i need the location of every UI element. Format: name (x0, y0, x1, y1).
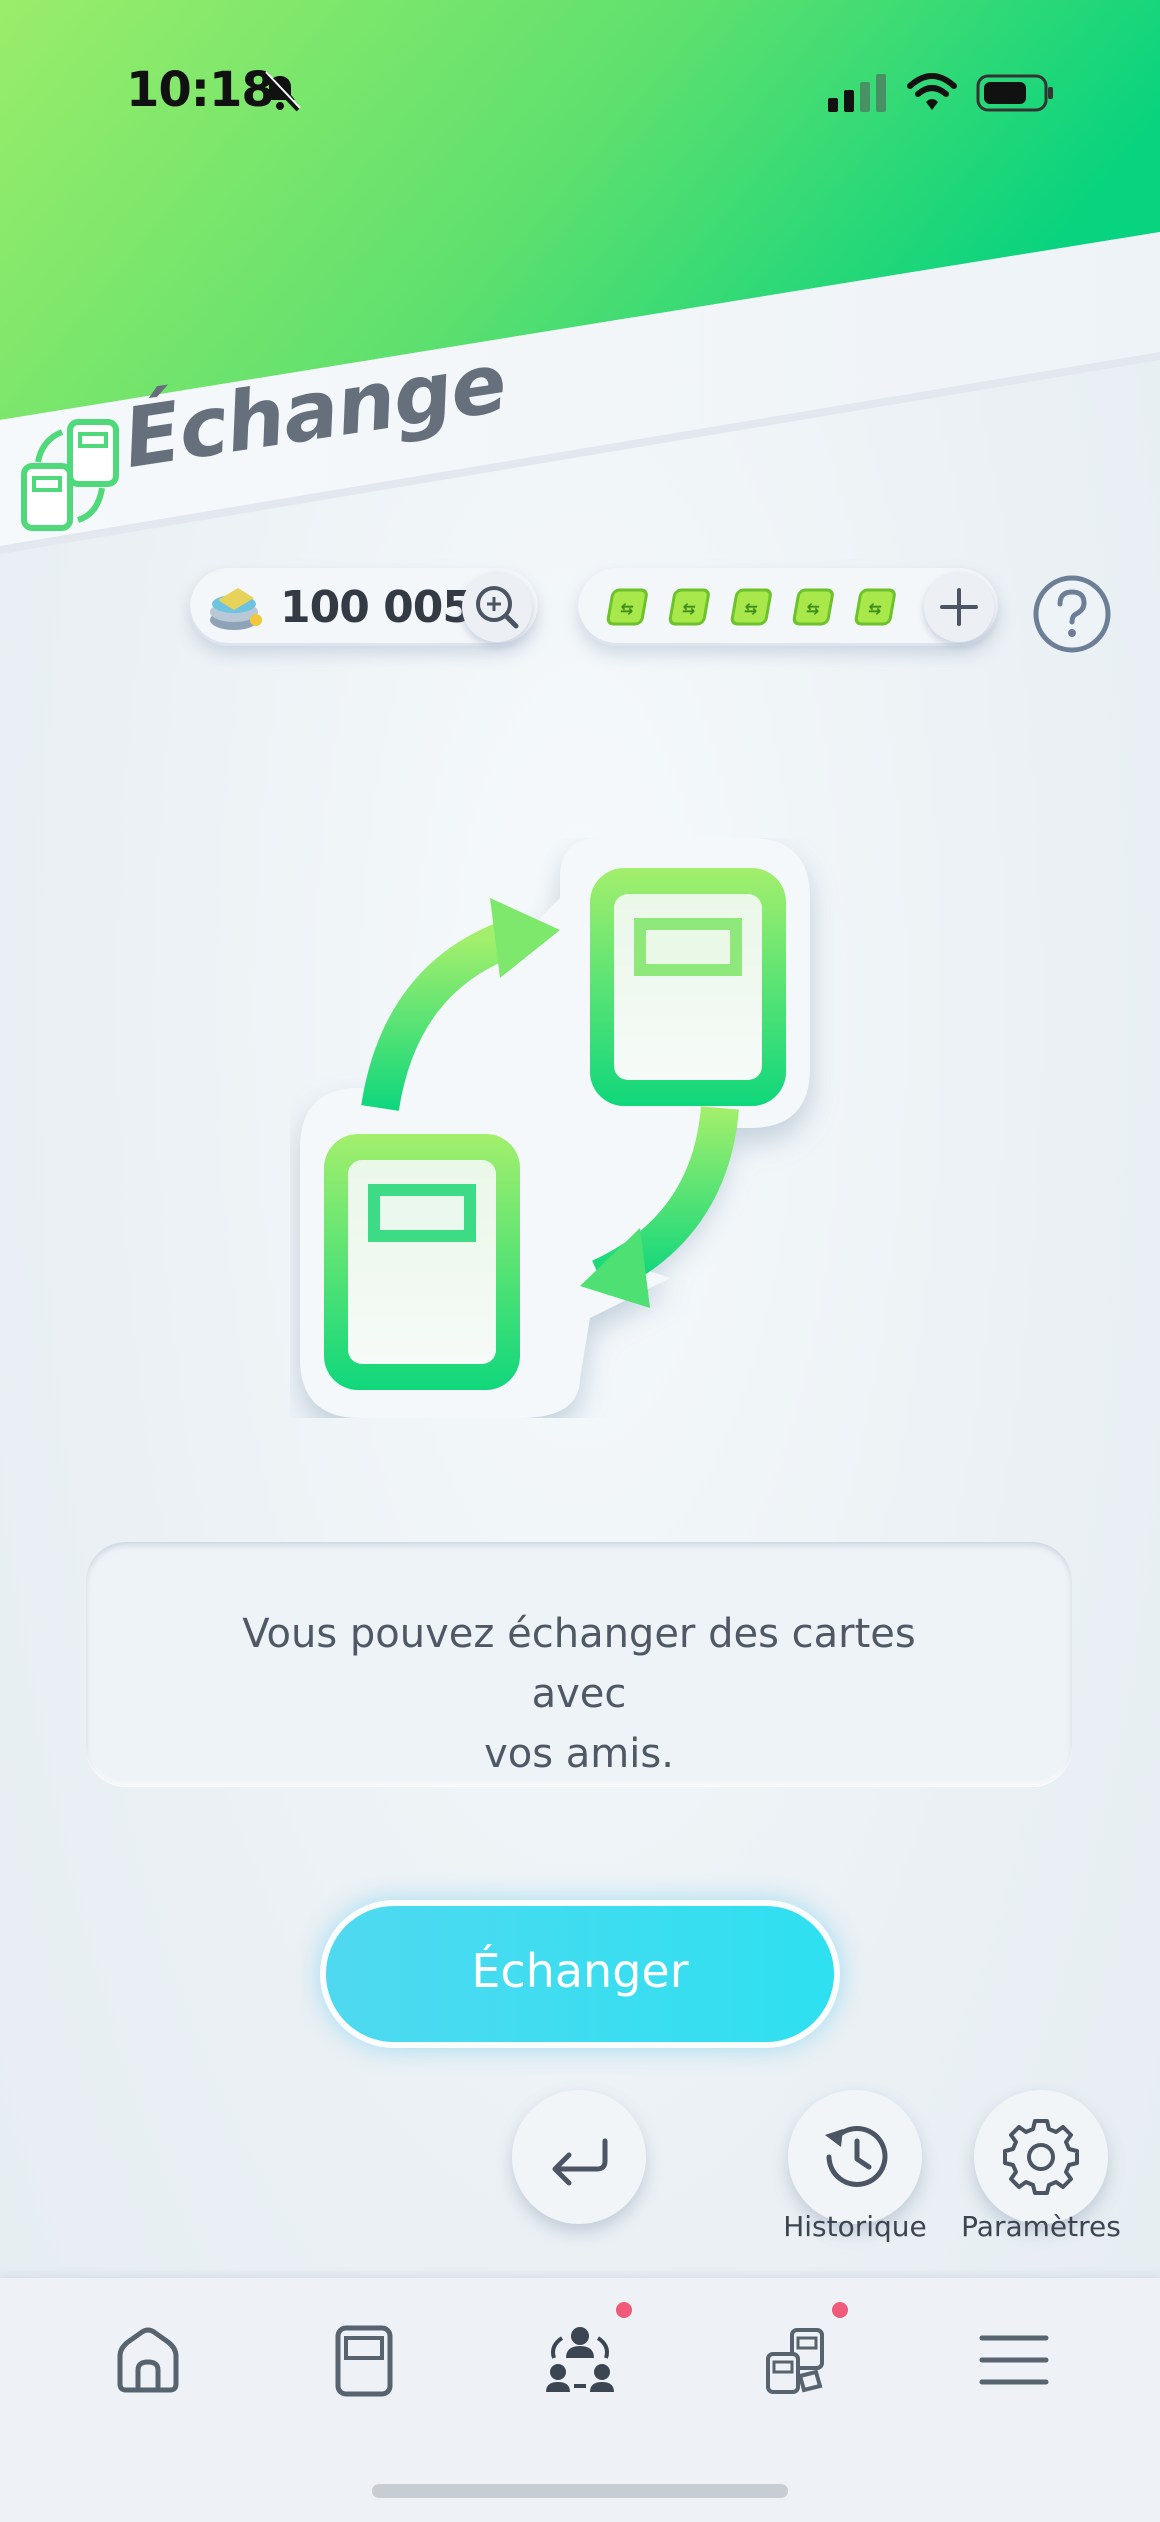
social-notification-badge (832, 2302, 848, 2318)
trade-button-label: Échanger (471, 1944, 689, 1998)
coin-value: 100 005 (280, 582, 473, 633)
trade-notification-badge (616, 2302, 632, 2318)
history-clock-icon (825, 2126, 888, 2187)
zoom-button[interactable] (462, 572, 532, 642)
plus-icon (940, 588, 978, 626)
cellular-signal-icon (828, 74, 886, 112)
settings-label: Paramètres (961, 2210, 1121, 2243)
info-message-line-2: vos amis. (484, 1731, 674, 1777)
trade-ticket-icon: ⇆ (668, 588, 710, 626)
battery-icon (976, 74, 1053, 112)
status-time: 10:18 (126, 62, 275, 118)
trade-button[interactable]: Échanger (326, 1906, 834, 2042)
trade-ticket-icon: ⇆ (792, 588, 834, 626)
info-message-box: Vous pouvez échanger des cartes avec vos… (86, 1542, 1072, 1786)
info-message: Vous pouvez échanger des cartes avec vos… (206, 1604, 952, 1784)
card-swap-icon (300, 838, 810, 1418)
trade-ticket-icon: ⇆ (730, 588, 772, 626)
gear-icon (1003, 2119, 1079, 2195)
coin-stack-icon (210, 588, 262, 630)
card-icon[interactable] (324, 2320, 404, 2400)
history-label: Historique (783, 2210, 927, 2243)
add-tickets-button[interactable] (924, 572, 994, 642)
wifi-icon (907, 73, 957, 110)
info-message-line-1: Vous pouvez échanger des cartes avec (242, 1611, 916, 1717)
history-button[interactable] (788, 2090, 922, 2224)
home-icon[interactable] (108, 2320, 188, 2400)
trade-ticket-icon: ⇆ (606, 588, 648, 626)
back-button[interactable] (512, 2090, 646, 2224)
help-icon[interactable] (1030, 572, 1114, 656)
return-icon (552, 2138, 608, 2186)
trade-ticket-icon: ⇆ (854, 588, 896, 626)
zoom-in-icon (476, 586, 519, 629)
menu-icon[interactable] (974, 2320, 1054, 2400)
trade-tickets: ⇆ ⇆ ⇆ ⇆ ⇆ (578, 568, 998, 646)
social-cards-icon[interactable] (756, 2320, 836, 2400)
settings-button[interactable] (974, 2090, 1108, 2224)
trade-people-icon[interactable] (540, 2320, 620, 2400)
trade-logo-icon (21, 419, 119, 531)
home-indicator[interactable] (372, 2484, 788, 2498)
coin-balance: 100 005 (190, 568, 538, 646)
bell-muted-icon (262, 71, 301, 112)
